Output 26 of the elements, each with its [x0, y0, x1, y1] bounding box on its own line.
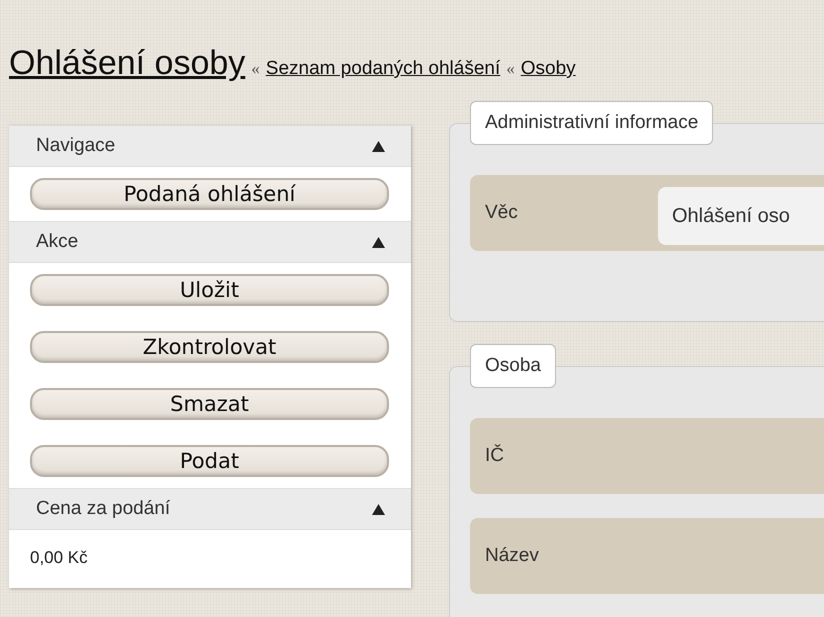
- price-text: 0,00 Kč: [29, 547, 89, 569]
- section-title: Navigace: [36, 135, 116, 157]
- breadcrumb-separator: «: [506, 59, 515, 79]
- breadcrumb-separator: «: [251, 59, 260, 79]
- section-title: Cena za podání: [36, 498, 170, 520]
- section-header[interactable]: Navigace: [9, 125, 411, 167]
- input-field[interactable]: Ohlášení oso: [658, 187, 824, 245]
- field-label: Věc: [485, 202, 519, 224]
- section-title: Akce: [36, 231, 78, 253]
- collapse-icon[interactable]: [372, 504, 385, 514]
- action-button[interactable]: Zkontrolovat: [30, 331, 389, 363]
- action-button[interactable]: Smazat: [30, 388, 389, 420]
- breadcrumb-link[interactable]: Osoby: [520, 58, 576, 80]
- panel-legend: Osoba: [470, 344, 556, 388]
- breadcrumb-link[interactable]: Seznam podaných ohlášení: [266, 58, 500, 80]
- section-header[interactable]: Akce: [9, 221, 411, 263]
- collapse-icon[interactable]: [372, 236, 385, 248]
- panel-legend: Administrativní informace: [470, 101, 714, 145]
- page-title[interactable]: Ohlášení osoby: [9, 44, 246, 83]
- action-button[interactable]: Podat: [30, 445, 389, 477]
- field-label: IČ: [485, 445, 505, 467]
- action-button[interactable]: Uložit: [30, 274, 389, 306]
- collapse-icon[interactable]: [372, 140, 385, 152]
- action-button[interactable]: Podaná ohlášení: [30, 178, 389, 210]
- field-label: Název: [485, 545, 540, 567]
- section-header[interactable]: Cena za podání: [9, 488, 411, 530]
